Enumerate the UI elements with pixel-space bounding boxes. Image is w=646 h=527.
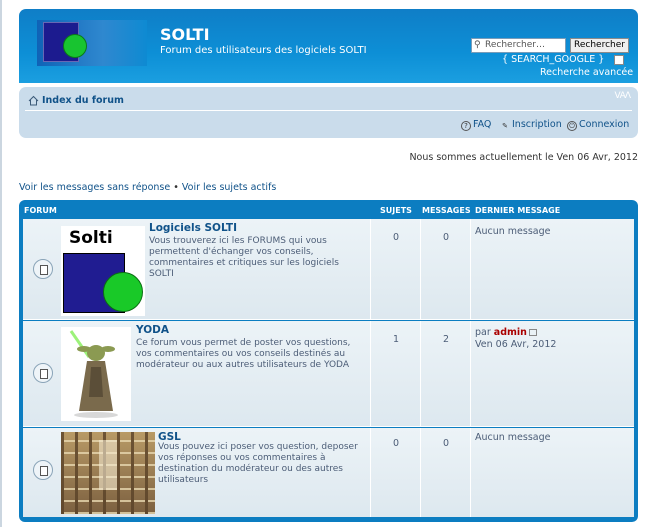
faq-label: FAQ: [473, 119, 492, 130]
forum-title-logiciels[interactable]: Logiciels SOLTI: [149, 222, 237, 234]
solti-image-text: Solti: [69, 228, 113, 248]
forum-row: Solti Logiciels SOLTI Vous trouverez ici…: [23, 219, 634, 320]
search-input[interactable]: ⚲ Rechercher…: [471, 38, 566, 53]
last-post-author[interactable]: admin: [494, 327, 527, 338]
posts-count: 2: [442, 334, 450, 345]
search-icon: ⚲: [474, 40, 481, 50]
logo-circle: [63, 34, 87, 58]
navbar-divider: [25, 110, 632, 111]
forum-row: GSL Vous pouvez ici poser vos question, …: [23, 428, 634, 517]
pencil-icon: ✎: [502, 122, 508, 130]
last-post: par admin Ven 06 Avr, 2012: [475, 327, 556, 351]
header-forum: FORUM: [24, 206, 57, 215]
forum-description: Vous trouverez ici les FORUMS qui vous p…: [149, 236, 339, 279]
forum-read-icon: [33, 460, 53, 480]
power-icon: ⏻: [567, 121, 577, 131]
header-topics: SUJETS: [380, 206, 412, 215]
faq-link[interactable]: ? FAQ: [461, 119, 491, 131]
breadcrumb-forum-index[interactable]: Index du forum: [42, 95, 124, 106]
yoda-figure: [69, 330, 118, 418]
topics-count: 1: [392, 334, 400, 345]
register-link[interactable]: ✎ Inscription: [500, 119, 562, 132]
login-label: Connexion: [579, 119, 630, 130]
font-size-control[interactable]: ᐯAᐱ: [615, 91, 632, 101]
solti-forum-image: Solti: [61, 226, 145, 316]
advanced-search-link[interactable]: Recherche avancée: [540, 67, 633, 78]
solti-image-circle: [103, 272, 143, 312]
register-label: Inscription: [512, 119, 562, 130]
site-description: Forum des utilisateurs des logiciels SOL…: [160, 45, 367, 56]
search-placeholder: Rechercher…: [485, 40, 545, 50]
posts-count: 0: [442, 438, 450, 449]
posts-count: 0: [442, 232, 450, 243]
search-google-checkbox[interactable]: [614, 55, 624, 65]
forum-description: Vous pouvez ici poser vos question, depo…: [158, 442, 358, 485]
forum-title-yoda[interactable]: YODA: [136, 324, 169, 336]
header-posts: MESSAGES: [422, 206, 471, 215]
forum-row: YODA Ce forum vous permet de poster vos …: [23, 321, 634, 427]
login-link[interactable]: ⏻ Connexion: [567, 119, 629, 131]
unanswered-posts-link[interactable]: Voir les messages sans réponse: [19, 182, 170, 193]
page-border: [0, 0, 2, 527]
yoda-forum-image: [61, 327, 131, 421]
forum-read-icon: [33, 363, 53, 383]
last-post-by: par: [475, 327, 491, 338]
home-icon: [28, 95, 39, 106]
site-title: SOLTI: [160, 25, 210, 44]
header-last-post: DERNIER MESSAGE: [475, 206, 561, 215]
navbar: Index du forum ᐯAᐱ ? FAQ ✎ Inscription ⏻ Co…: [19, 87, 638, 138]
active-topics-link[interactable]: Voir les sujets actifs: [182, 182, 276, 193]
search-google-label: { SEARCH_GOOGLE }: [502, 54, 605, 65]
search-button[interactable]: Rechercher: [570, 38, 629, 53]
warehouse-light: [99, 440, 117, 490]
view-latest-post-icon[interactable]: [528, 329, 537, 336]
last-post: Aucun message: [475, 226, 551, 237]
topics-count: 0: [392, 232, 400, 243]
current-date: Nous sommes actuellement le Ven 06 Avr, …: [409, 152, 638, 163]
forum-table: FORUM SUJETS MESSAGES DERNIER MESSAGE So…: [19, 200, 638, 522]
last-post: Aucun message: [475, 432, 551, 443]
links-separator: •: [170, 182, 182, 193]
forum-read-icon: [33, 259, 53, 279]
faq-icon: ?: [461, 121, 471, 131]
site-logo[interactable]: [37, 20, 147, 66]
last-post-date: Ven 06 Avr, 2012: [475, 339, 557, 350]
site-header: SOLTI Forum des utilisateurs des logicie…: [19, 9, 638, 83]
forum-description: Ce forum vous permet de poster vos quest…: [136, 338, 351, 370]
quick-links: Voir les messages sans réponse • Voir le…: [19, 182, 276, 193]
gsl-forum-image: [61, 432, 155, 514]
topics-count: 0: [392, 438, 400, 449]
